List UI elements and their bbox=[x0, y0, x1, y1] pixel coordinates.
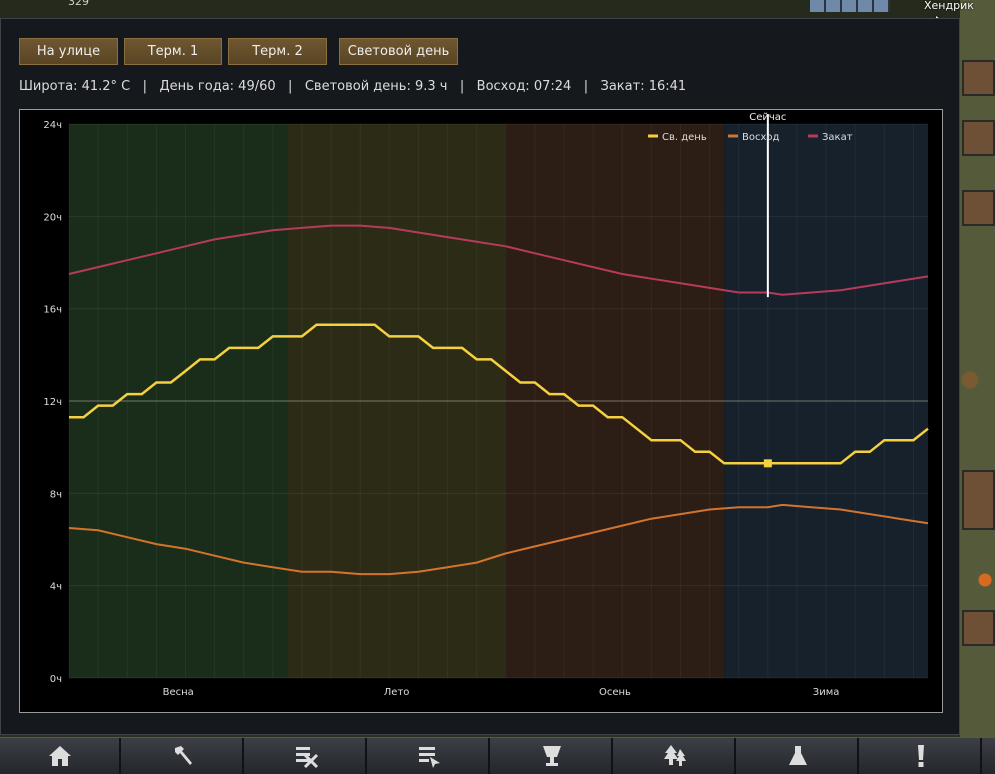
y-tick-label: 8ч bbox=[50, 489, 62, 500]
alert-icon bbox=[917, 745, 924, 767]
season-label: Весна bbox=[163, 687, 194, 698]
info-line: Широта: 41.2° C | День года: 49/60 | Све… bbox=[19, 79, 686, 94]
season-label: Осень bbox=[599, 687, 631, 698]
map-room bbox=[962, 470, 995, 530]
now-label: Сейчас bbox=[749, 112, 786, 123]
home-button[interactable] bbox=[0, 738, 121, 774]
flask-icon bbox=[788, 746, 807, 765]
tab-outdoors[interactable]: На улице bbox=[19, 38, 118, 65]
top-hud-strip: 329 bbox=[0, 0, 960, 18]
daylight-text: Световой день: 9.3 ч bbox=[304, 79, 448, 94]
tree-icon bbox=[663, 745, 686, 766]
y-tick-label: 12ч bbox=[43, 397, 62, 408]
now-daylight-point bbox=[763, 459, 772, 468]
home-icon bbox=[48, 746, 71, 766]
separator: | bbox=[583, 79, 589, 94]
y-tick-label: 16ч bbox=[43, 305, 62, 316]
cup-button[interactable] bbox=[492, 738, 613, 774]
tab-thermo-1[interactable]: Терм. 1 bbox=[124, 38, 222, 65]
zones-button[interactable] bbox=[615, 738, 736, 774]
cup-icon bbox=[542, 746, 561, 766]
day-of-year-text: День года: 49/60 bbox=[159, 79, 276, 94]
orders-icon bbox=[418, 747, 440, 768]
tab-daylight[interactable]: Световой день bbox=[339, 38, 458, 65]
pawn-name-label[interactable]: Хендрик bbox=[924, 0, 974, 12]
planet-info-window: На улице Терм. 1 Терм. 2 Световой день Ш… bbox=[0, 18, 960, 735]
sunrise-text: Восход: 07:24 bbox=[476, 79, 572, 94]
map-room bbox=[962, 60, 995, 96]
y-tick-label: 24ч bbox=[43, 120, 62, 131]
sunset-text: Закат: 16:41 bbox=[600, 79, 687, 94]
hammer-icon bbox=[174, 746, 192, 765]
legend-label: Закат bbox=[822, 132, 853, 143]
solar-panels bbox=[810, 0, 890, 12]
y-tick-label: 4ч bbox=[50, 582, 62, 593]
latitude-text: Широта: 41.2° C bbox=[19, 79, 131, 94]
y-tick-label: 20ч bbox=[43, 212, 62, 223]
daylight-chart: Весна Лето Осень Зима 0ч 4ч 8ч 12ч 16ч 20ч 24ч Сейч… bbox=[43, 112, 929, 698]
legend-label: Св. день bbox=[662, 132, 707, 143]
hud-counter: 329 bbox=[68, 0, 89, 8]
separator: | bbox=[459, 79, 465, 94]
map-room bbox=[962, 190, 995, 226]
season-label: Лето bbox=[384, 687, 410, 698]
y-tick-label: 0ч bbox=[50, 674, 62, 685]
build-button[interactable] bbox=[123, 738, 244, 774]
cancel-orders-button[interactable] bbox=[246, 738, 367, 774]
tab-thermo-2[interactable]: Терм. 2 bbox=[228, 38, 327, 65]
alert-button[interactable] bbox=[861, 738, 982, 774]
map-room bbox=[962, 120, 995, 156]
season-label: Зима bbox=[813, 687, 840, 698]
separator: | bbox=[288, 79, 293, 94]
daylight-chart-frame: Весна Лето Осень Зима 0ч 4ч 8ч 12ч 16ч 20ч 24ч Сейч… bbox=[19, 109, 943, 713]
legend-label: Восход bbox=[742, 132, 780, 143]
map-room bbox=[962, 610, 995, 646]
orders-button[interactable] bbox=[369, 738, 490, 774]
bottom-toolbar bbox=[0, 737, 995, 774]
separator: | bbox=[142, 79, 148, 94]
research-button[interactable] bbox=[738, 738, 859, 774]
cancel-orders-icon bbox=[295, 747, 318, 769]
